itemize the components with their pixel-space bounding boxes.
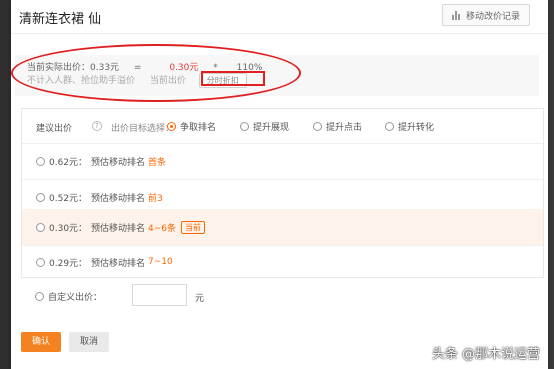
radio-icon[interactable] xyxy=(36,156,45,166)
radio-icon[interactable] xyxy=(240,122,249,131)
radio-icon[interactable] xyxy=(313,122,322,131)
bid-target-label: 出价目标选择： xyxy=(111,124,175,134)
rank-value: 前3 xyxy=(148,193,163,204)
target-option-label: 争取排名 xyxy=(180,123,217,133)
help-icon[interactable]: ? xyxy=(92,121,102,131)
radio-selected-icon[interactable] xyxy=(167,122,176,131)
annotation-rectangle xyxy=(201,71,265,86)
target-option-label: 提升点击 xyxy=(326,123,363,133)
target-option-label: 提升转化 xyxy=(398,123,435,133)
bar-chart-icon xyxy=(451,10,462,20)
target-option-label: 提升展现 xyxy=(253,123,290,133)
bid-option-row-current[interactable]: 0.30元： 预估移动排名 4~6条 当前 xyxy=(22,209,543,246)
custom-bid-unit: 元 xyxy=(195,294,205,304)
price-history-label: 移动改价记录 xyxy=(465,11,520,22)
radio-icon[interactable] xyxy=(385,122,394,131)
radio-icon[interactable] xyxy=(35,292,44,301)
target-option-rank[interactable]: 争取排名 xyxy=(167,120,216,133)
bid-option-row[interactable]: 0.29元： 预估移动排名 7~10 xyxy=(22,244,543,280)
bid-dialog: 清新连衣裙 仙 移动改价记录 当前实际出价：0.33元 = 0.30元 * 11… xyxy=(11,0,548,369)
rank-label: 预估移动排名 xyxy=(91,193,146,204)
cancel-button[interactable]: 取消 xyxy=(69,332,109,352)
rank-label: 预估移动排名 xyxy=(91,157,146,168)
price-history-button[interactable]: 移动改价记录 xyxy=(442,4,530,26)
rank-label: 预估移动排名 xyxy=(91,258,146,269)
rank-label: 预估移动排名 xyxy=(91,223,146,234)
suggested-bid-label: 建议出价 xyxy=(36,124,73,134)
target-option-conversion[interactable]: 提升转化 xyxy=(385,120,434,133)
bid-option-price: 0.29元： xyxy=(49,258,88,269)
rank-value: 首条 xyxy=(148,157,167,168)
bid-option-price: 0.30元： xyxy=(49,223,88,234)
dialog-title: 清新连衣裙 仙 xyxy=(19,12,102,27)
bid-target-header: 建议出价 ? 出价目标选择： 争取排名 提升展现 提升点击 提升转化 xyxy=(22,109,543,144)
target-option-impressions[interactable]: 提升展现 xyxy=(240,120,289,133)
current-badge: 当前 xyxy=(181,220,206,234)
custom-bid-row[interactable]: 自定义出价： 元 xyxy=(35,284,204,306)
watermark: 头条 @那木说运营 xyxy=(431,347,540,362)
dialog-header: 清新连衣裙 仙 移动改价记录 xyxy=(11,0,548,34)
bid-option-price: 0.52元： xyxy=(49,193,88,204)
custom-bid-label: 自定义出价： xyxy=(48,293,103,303)
confirm-button[interactable]: 确认 xyxy=(21,332,61,352)
rank-value: 7~10 xyxy=(148,257,173,267)
radio-icon[interactable] xyxy=(36,222,45,232)
custom-bid-input[interactable] xyxy=(132,284,187,306)
radio-icon[interactable] xyxy=(36,257,45,267)
suggested-bid-panel: 建议出价 ? 出价目标选择： 争取排名 提升展现 提升点击 提升转化 0.62元 xyxy=(21,108,544,278)
radio-icon[interactable] xyxy=(36,192,45,202)
target-option-clicks[interactable]: 提升点击 xyxy=(313,120,362,133)
bid-option-price: 0.62元： xyxy=(49,157,88,168)
rank-value: 4~6条 xyxy=(148,223,177,234)
bid-option-row[interactable]: 0.62元： 预估移动排名 首条 xyxy=(22,143,543,180)
